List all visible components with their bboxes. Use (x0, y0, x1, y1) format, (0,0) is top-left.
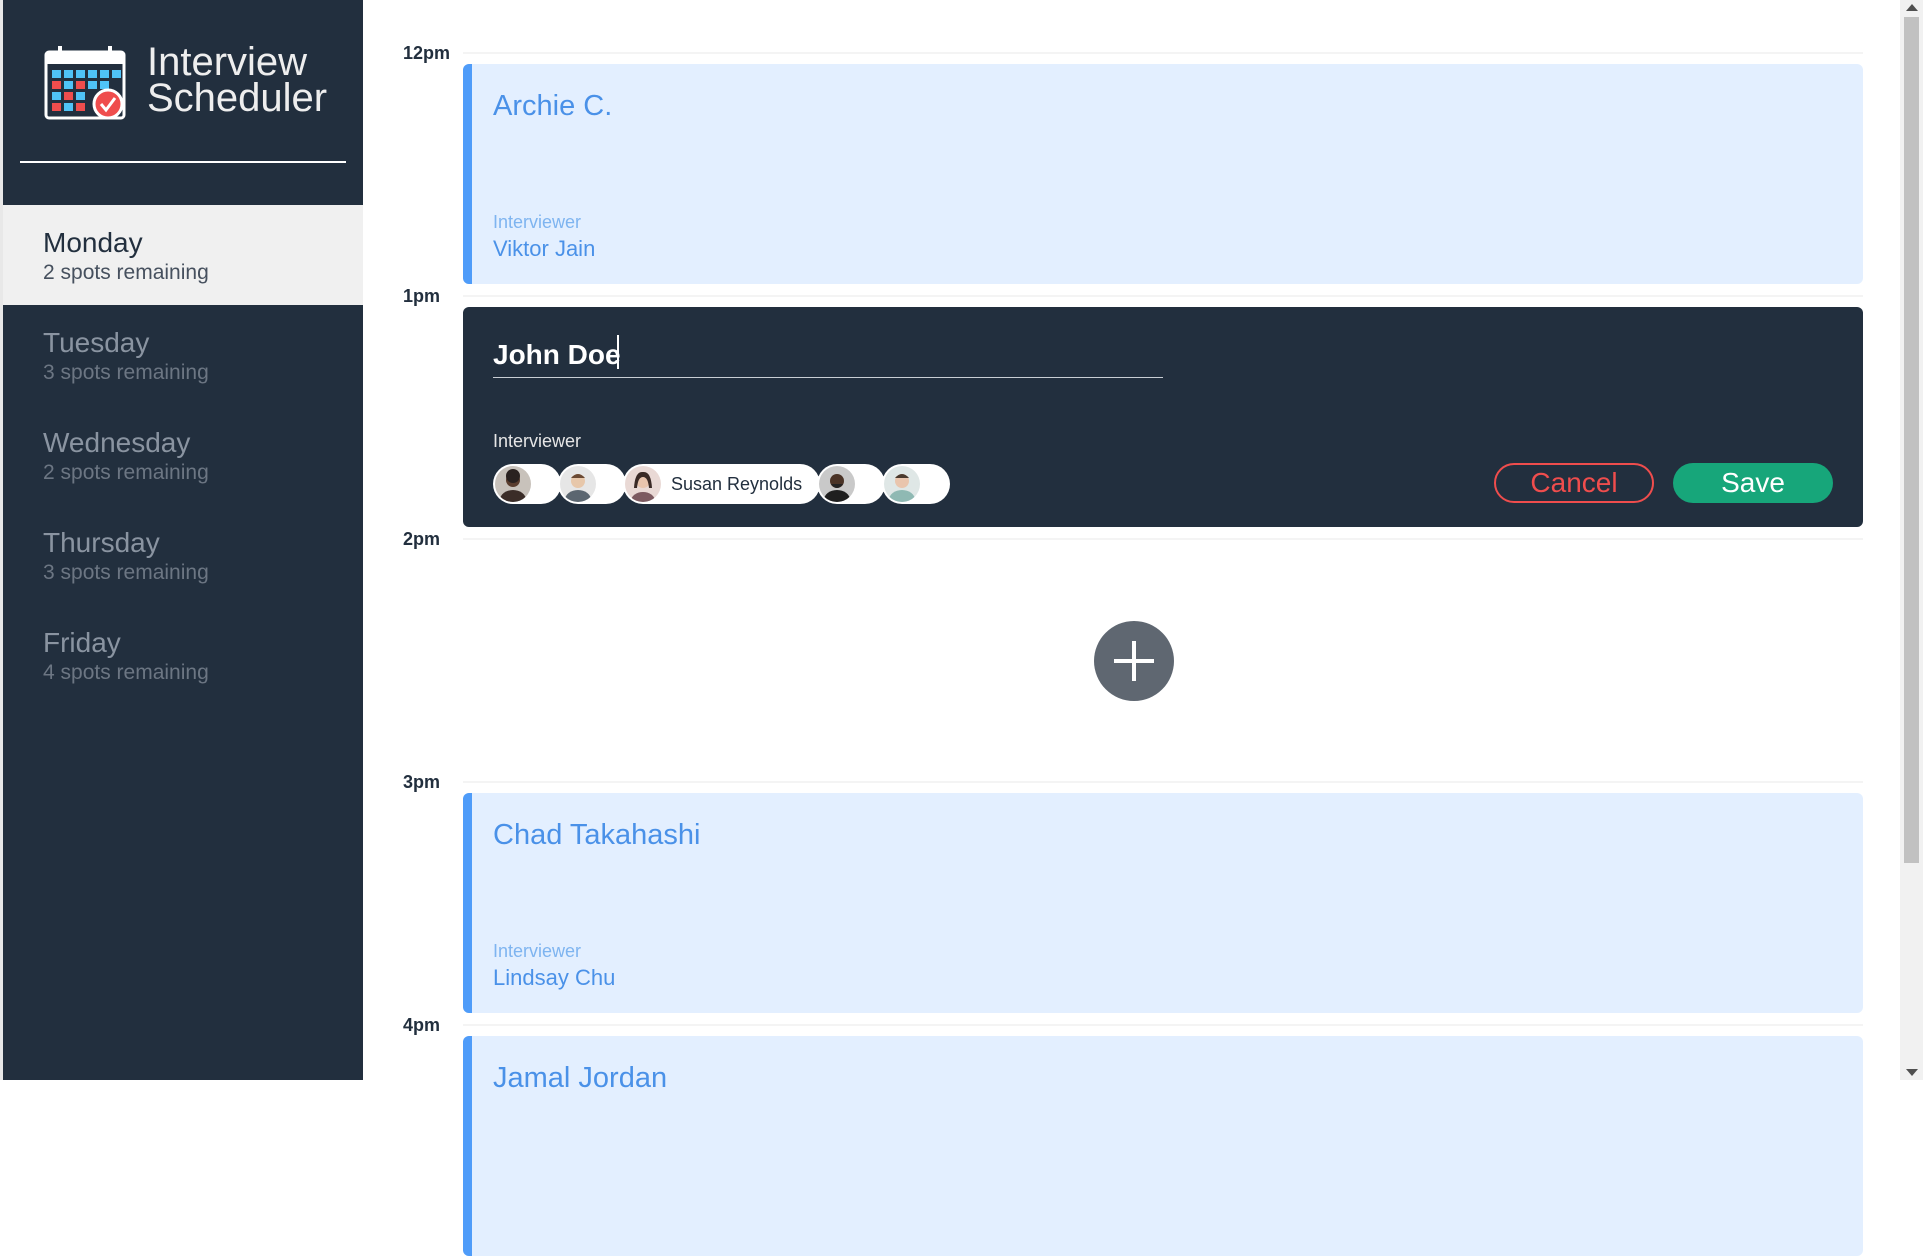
day-list: Monday 2 spots remaining Tuesday 3 spots… (3, 205, 363, 705)
avatar (884, 466, 921, 502)
sidebar: Interview Scheduler Monday 2 spots remai… (0, 0, 363, 1080)
appointment-accent-bar (463, 793, 472, 1013)
appointment-card[interactable]: Jamal Jordan (463, 1036, 1863, 1256)
scrollbar[interactable] (1900, 0, 1923, 1080)
interviewer-option[interactable] (882, 464, 951, 504)
slot-time: 3pm (403, 772, 441, 792)
day-name: Thursday (43, 527, 160, 558)
schedule: 12pm Archie C. Interviewer Viktor Jain 1… (363, 0, 1900, 1256)
interviewer-label: Interviewer (493, 941, 582, 961)
avatar (625, 466, 661, 502)
app-title: Interview Scheduler (147, 40, 328, 120)
scroll-down-arrow-icon[interactable] (1906, 1069, 1918, 1076)
slot-time: 4pm (403, 1015, 441, 1035)
plus-circle-icon (1114, 641, 1154, 681)
day-item-tuesday[interactable]: Tuesday 3 spots remaining (3, 305, 363, 405)
interviewer-name: Susan Reynolds (671, 473, 803, 494)
interviewer-option[interactable] (493, 464, 561, 504)
slot-time: 2pm (403, 529, 441, 549)
app-title-line1: Interview (147, 40, 308, 84)
appointment-card[interactable]: Archie C. Interviewer Viktor Jain (463, 64, 1863, 284)
day-item-thursday[interactable]: Thursday 3 spots remaining (3, 505, 363, 605)
scrollbar-thumb[interactable] (1904, 17, 1919, 863)
interviewer-option[interactable] (817, 464, 886, 504)
add-appointment-button[interactable] (1094, 621, 1174, 701)
appointment-accent-bar (463, 1036, 472, 1256)
avatar (819, 466, 856, 502)
interviewer-option-selected[interactable]: Susan Reynolds (623, 464, 821, 504)
avatar (560, 466, 596, 502)
interviewer-name: Viktor Jain (493, 236, 596, 261)
slot-time: 1pm (403, 286, 441, 306)
cancel-button[interactable]: Cancel (1494, 463, 1654, 503)
save-button[interactable]: Save (1673, 463, 1833, 503)
day-name: Wednesday (43, 427, 191, 458)
day-spots: 4 spots remaining (43, 661, 209, 684)
slot-time: 12pm (403, 43, 451, 63)
avatar (495, 466, 531, 502)
day-item-wednesday[interactable]: Wednesday 2 spots remaining (3, 405, 363, 505)
interviewer-list: Susan Reynolds (493, 464, 951, 504)
app-title-line2: Scheduler (147, 76, 328, 120)
appointment-form: Interviewer (463, 307, 1863, 527)
interviewer-label: Interviewer (493, 212, 582, 232)
day-name: Tuesday (43, 327, 150, 358)
day-spots: 2 spots remaining (43, 461, 209, 484)
slot-divider (463, 538, 1863, 540)
day-item-monday[interactable]: Monday 2 spots remaining (3, 205, 363, 305)
day-name: Friday (43, 627, 121, 658)
slot-divider (463, 52, 1863, 54)
calendar-check-icon (44, 46, 126, 120)
student-name-input[interactable] (493, 329, 1163, 378)
slot-divider (463, 295, 1863, 297)
scroll-up-arrow-icon[interactable] (1906, 4, 1918, 11)
interviewer-name: Lindsay Chu (493, 965, 616, 990)
appointment-accent-bar (463, 64, 472, 284)
slot-divider (463, 781, 1863, 783)
day-item-friday[interactable]: Friday 4 spots remaining (3, 605, 363, 705)
day-spots: 3 spots remaining (43, 361, 209, 384)
interviewer-option[interactable] (558, 464, 626, 504)
day-name: Monday (43, 227, 143, 258)
student-name: Chad Takahashi (493, 819, 701, 851)
interviewer-label: Interviewer (493, 431, 582, 451)
appointment-card[interactable]: Chad Takahashi Interviewer Lindsay Chu (463, 793, 1863, 1013)
student-name: Archie C. (493, 90, 613, 122)
slot-divider (463, 1024, 1863, 1026)
text-caret (617, 335, 619, 369)
day-spots: 2 spots remaining (43, 261, 209, 284)
brand-divider (20, 161, 346, 163)
day-spots: 3 spots remaining (43, 561, 209, 584)
student-name: Jamal Jordan (493, 1062, 668, 1094)
